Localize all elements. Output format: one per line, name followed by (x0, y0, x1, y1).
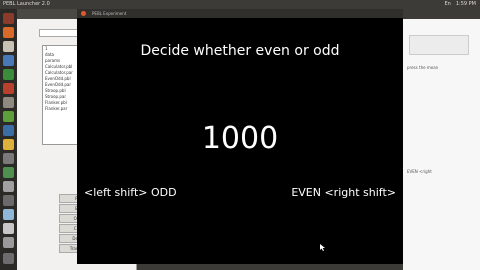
app-icon-4[interactable] (3, 195, 14, 206)
left-key-label: <left shift> ODD (84, 186, 177, 199)
experiment-titlebar: PEBL Experiment (77, 9, 403, 18)
writer-icon[interactable] (3, 55, 14, 66)
editor-window: press the mean EVEN <right (403, 9, 480, 270)
terminal-icon[interactable] (3, 153, 14, 164)
experiment-window: PEBL Experiment Decide whether even or o… (77, 9, 403, 264)
system-tray: En 1:59 PM (445, 0, 476, 9)
drive-icon[interactable] (3, 223, 14, 234)
editor-text-line: press the mean (407, 65, 439, 70)
editor-text-line: EVEN <right (407, 169, 432, 174)
instruction-text: Decide whether even or odd (140, 43, 340, 59)
dash-icon[interactable] (3, 13, 14, 24)
editor-tab[interactable] (409, 35, 469, 55)
drive-icon-2[interactable] (3, 237, 14, 248)
files-icon[interactable] (3, 41, 14, 52)
firefox-icon[interactable] (3, 27, 14, 38)
app-icon[interactable] (3, 111, 14, 122)
trash-icon[interactable] (3, 253, 14, 264)
top-panel-title: PEBL Launcher 2.0 (3, 1, 50, 7)
unity-launcher (0, 9, 17, 270)
folder-icon[interactable] (3, 139, 14, 150)
app-icon-3[interactable] (3, 181, 14, 192)
app-icon-5[interactable] (3, 209, 14, 220)
software-center-icon[interactable] (3, 97, 14, 108)
calc-icon[interactable] (3, 69, 14, 80)
keyboard-layout-indicator[interactable]: En (445, 0, 451, 9)
app-icon-2[interactable] (3, 167, 14, 178)
close-icon[interactable] (81, 11, 86, 16)
top-panel: PEBL Launcher 2.0 En 1:59 PM (0, 0, 480, 9)
experiment-window-title: PEBL Experiment (92, 11, 127, 16)
impress-icon[interactable] (3, 83, 14, 94)
right-key-label: EVEN <right shift> (291, 186, 396, 199)
stimulus-number: 1000 (201, 121, 279, 156)
editor-titlebar (403, 9, 480, 19)
clock[interactable]: 1:59 PM (456, 0, 476, 9)
settings-icon[interactable] (3, 125, 14, 136)
